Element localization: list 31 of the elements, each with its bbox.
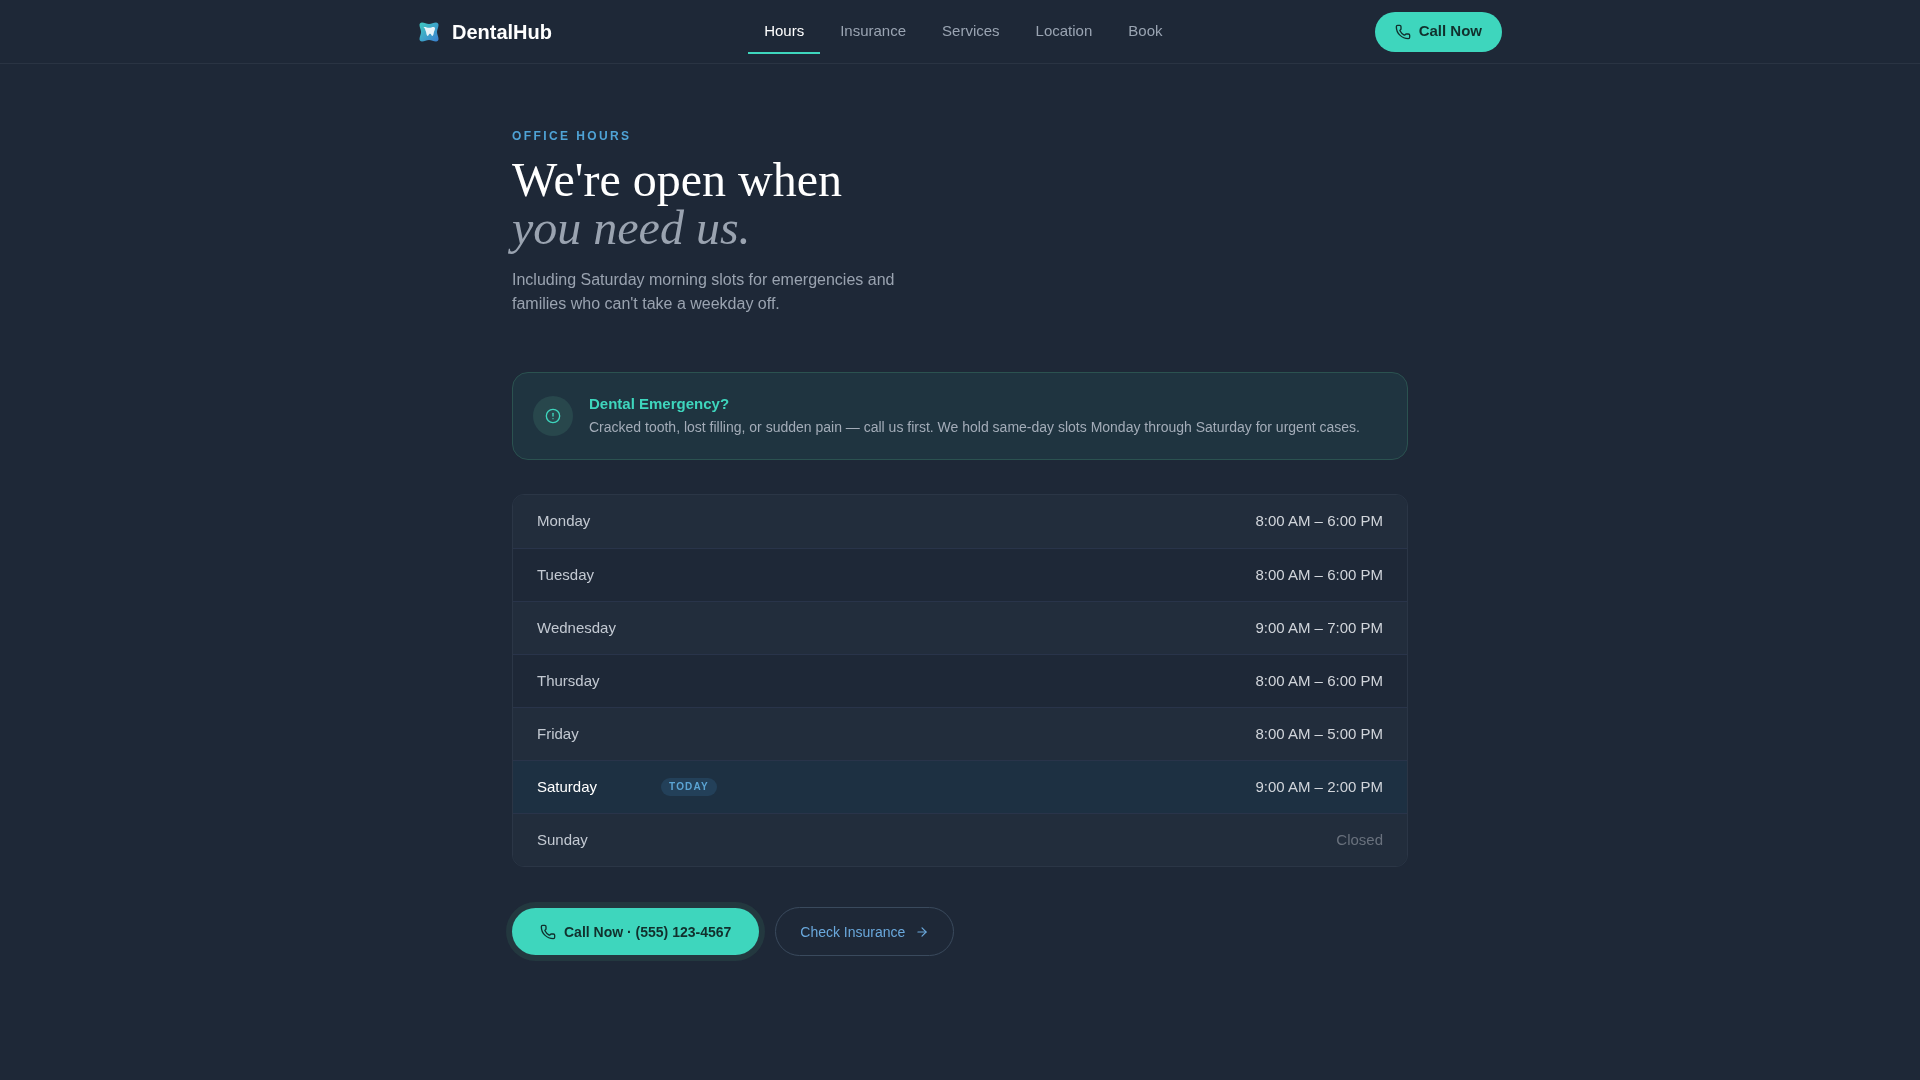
- opening-hours: 8:00 AM – 6:00 PM: [1255, 511, 1383, 532]
- opening-hours: 8:00 AM – 6:00 PM: [1255, 670, 1383, 691]
- call-now-button[interactable]: Call Now: [1374, 11, 1502, 52]
- day-name: Thursday: [537, 670, 601, 691]
- day-name: Wednesday: [537, 617, 617, 638]
- arrow-right-icon: [915, 924, 930, 939]
- day-name: Saturday: [537, 776, 599, 797]
- alert-icon: [533, 396, 573, 436]
- hero-subtitle: Including Saturday morning slots for emergencies and families who can't take a weekday off.: [512, 270, 896, 314]
- day-name: Friday: [537, 723, 580, 744]
- nav-link[interactable]: Location: [1019, 11, 1109, 54]
- nav-link[interactable]: Book: [1112, 11, 1179, 54]
- phone-icon: [540, 923, 556, 940]
- logo-icon: [418, 20, 440, 43]
- today-badge: TODAY: [661, 778, 717, 796]
- alert-text: Cracked tooth, lost filling, or sudden pain — call us first. We hold same-day slots Monday through Saturday for urgent cases.: [589, 418, 1360, 437]
- day-name: Sunday: [537, 829, 589, 850]
- nav-link[interactable]: Hours: [748, 11, 821, 54]
- eyebrow-label: OFFICE HOURS: [512, 128, 633, 144]
- opening-hours: 8:00 AM – 6:00 PM: [1255, 564, 1383, 585]
- brand-name: DentalHub: [452, 19, 552, 45]
- opening-hours: Closed: [1336, 829, 1383, 850]
- opening-hours: 9:00 AM – 2:00 PM: [1255, 776, 1383, 797]
- opening-hours: 9:00 AM – 7:00 PM: [1255, 617, 1383, 638]
- opening-hours: 8:00 AM – 5:00 PM: [1255, 723, 1383, 744]
- day-name: Tuesday: [537, 564, 595, 585]
- nav-link[interactable]: Services: [926, 11, 1016, 54]
- day-name: Monday: [537, 511, 592, 532]
- alert-title: Dental Emergency?: [589, 394, 731, 414]
- phone-icon: [1394, 23, 1411, 40]
- nav-link[interactable]: Insurance: [824, 11, 923, 54]
